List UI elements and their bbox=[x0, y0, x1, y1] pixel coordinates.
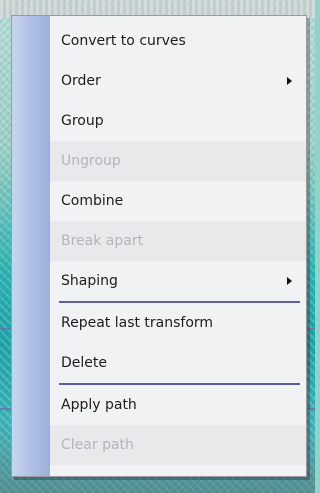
menu-item-label: Break apart bbox=[61, 233, 144, 249]
menu-item-label: Ungroup bbox=[61, 153, 121, 169]
menu-item-break-apart: Break apart bbox=[50, 221, 306, 261]
menu-item-ungroup: Ungroup bbox=[50, 141, 306, 181]
menu-item-label: Order bbox=[61, 73, 101, 89]
menu-item-label: Repeat last transform bbox=[61, 315, 214, 331]
menu-item-shaping[interactable]: Shaping bbox=[50, 261, 306, 301]
menu-item-clear-path: Clear path bbox=[50, 425, 306, 465]
submenu-arrow-icon bbox=[287, 77, 292, 85]
menu-item-label: Shaping bbox=[61, 273, 118, 289]
context-menu: Convert to curves Order Group Ungroup Co… bbox=[11, 15, 307, 477]
menu-item-convert-to-curves[interactable]: Convert to curves bbox=[50, 21, 306, 61]
menu-item-repeat-last-transform[interactable]: Repeat last transform bbox=[50, 303, 306, 343]
menu-item-label: Clear path bbox=[61, 437, 134, 453]
menu-side-stripe bbox=[12, 16, 50, 476]
menu-item-order[interactable]: Order bbox=[50, 61, 306, 101]
menu-item-label: Delete bbox=[61, 355, 107, 371]
menu-item-label: Apply path bbox=[61, 397, 137, 413]
menu-item-combine[interactable]: Combine bbox=[50, 181, 306, 221]
menu-item-label: Convert to curves bbox=[61, 33, 186, 49]
menu-item-delete[interactable]: Delete bbox=[50, 343, 306, 383]
menu-item-label: Group bbox=[61, 113, 104, 129]
menu-item-label: Combine bbox=[61, 193, 124, 209]
menu-item-apply-path[interactable]: Apply path bbox=[50, 385, 306, 425]
submenu-arrow-icon bbox=[287, 277, 292, 285]
menu-items: Convert to curves Order Group Ungroup Co… bbox=[50, 21, 306, 465]
menu-item-group[interactable]: Group bbox=[50, 101, 306, 141]
